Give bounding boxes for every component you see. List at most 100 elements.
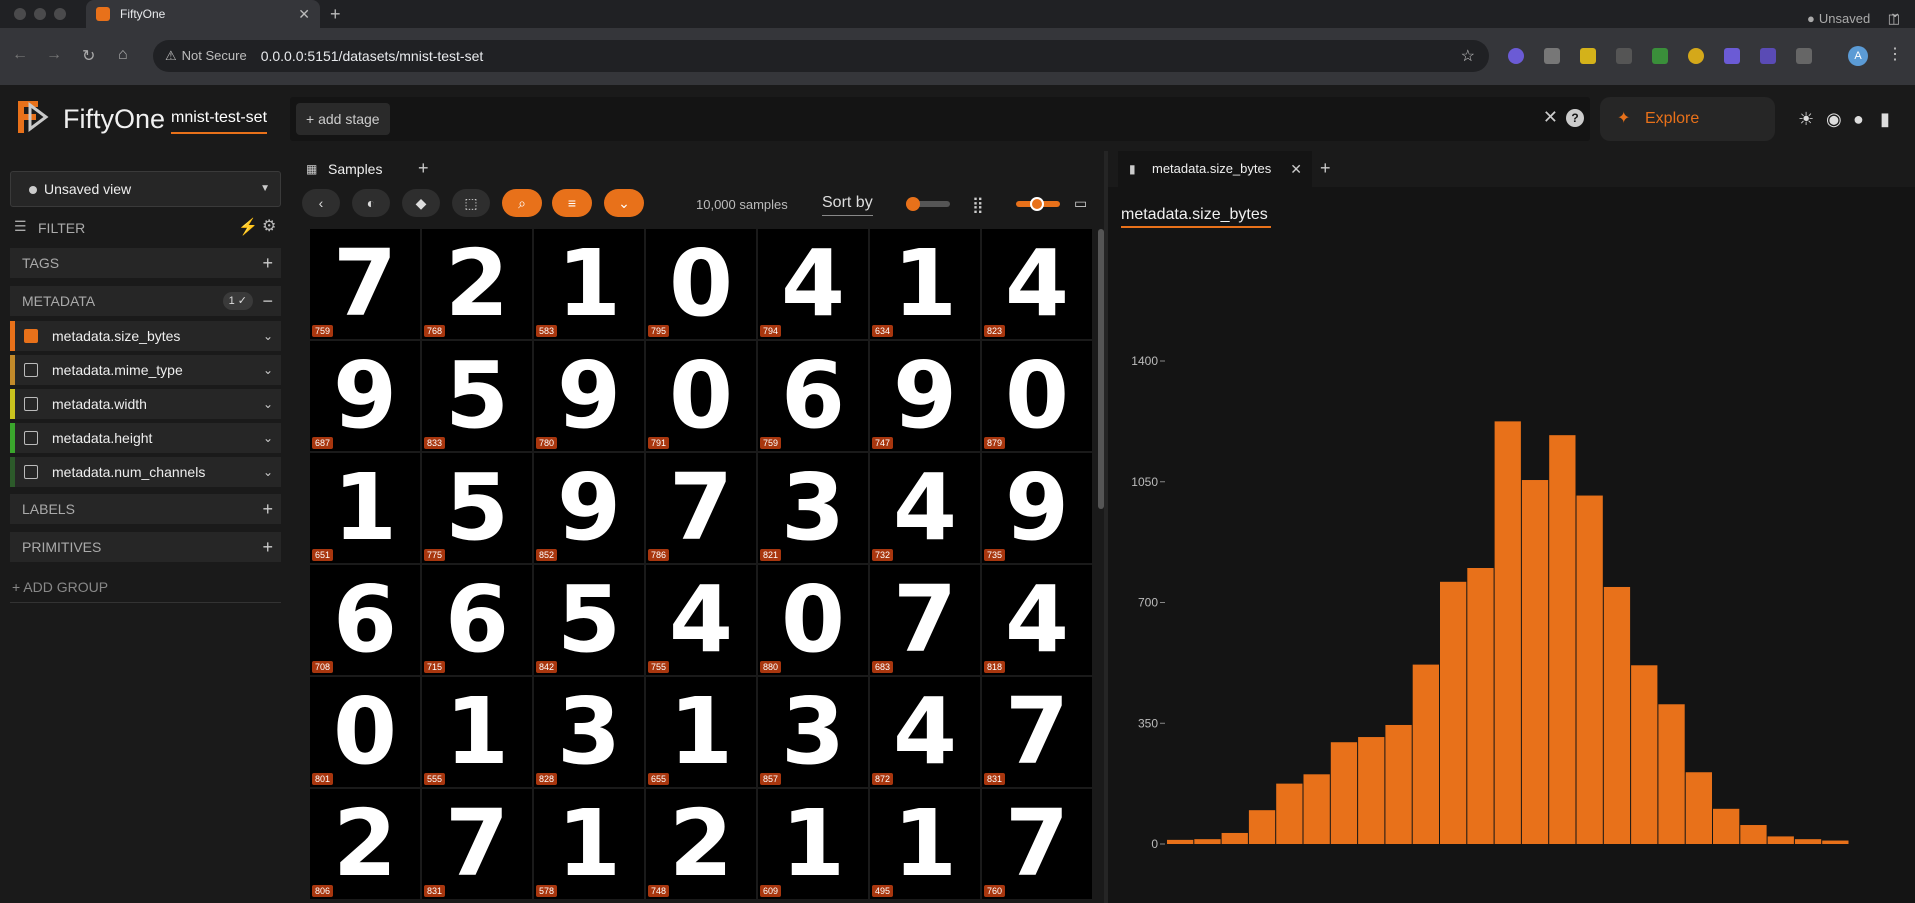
field-metadata-size-bytes[interactable]: metadata.size_bytes ⌄ [10,321,281,351]
add-panel-icon[interactable]: + [418,158,429,179]
maximize-window-icon[interactable] [54,8,66,20]
sample-thumbnail[interactable]: 6 759 [758,341,868,451]
minimize-window-icon[interactable] [34,8,46,20]
sample-thumbnail[interactable]: 4 794 [758,229,868,339]
search-icon[interactable]: ⌕ [502,189,542,217]
help-icon[interactable]: ? [1566,109,1584,127]
sample-thumbnail[interactable]: 2 768 [422,229,532,339]
url-text[interactable]: 0.0.0.0:5151/datasets/mnist-test-set [261,48,484,64]
primitives-section[interactable]: PRIMITIVES + [10,532,281,562]
sample-thumbnail[interactable]: 3 857 [758,677,868,787]
browser-tab[interactable]: FiftyOne ✕ [86,0,320,28]
sample-thumbnail[interactable]: 7 683 [870,565,980,675]
extension-icon[interactable] [1616,48,1632,64]
extension-icon[interactable] [1544,48,1560,64]
github-icon[interactable]: ● [1853,109,1864,130]
tag-icon[interactable]: ◆ [402,189,440,217]
sample-thumbnail[interactable]: 5 775 [422,453,532,563]
new-tab-icon[interactable]: + [330,4,341,25]
sample-thumbnail[interactable]: 7 786 [646,453,756,563]
toggle-switch[interactable] [906,197,950,211]
patches-icon[interactable]: ⬚ [452,189,490,217]
sample-thumbnail[interactable]: 7 759 [310,229,420,339]
expand-plus-icon[interactable]: + [262,494,273,524]
view-bar[interactable]: + add stage ✕ ? [290,97,1590,141]
clear-view-icon[interactable]: ✕ [1543,107,1558,128]
expand-plus-icon[interactable]: + [262,248,273,278]
field-metadata-num-channels[interactable]: metadata.num_channels ⌄ [10,457,281,487]
bookmark-star-icon[interactable]: ☆ [1461,46,1475,66]
discord-icon[interactable]: ◉ [1826,109,1842,130]
extension-icon[interactable] [1688,48,1704,64]
layout-icon[interactable]: ▭ [1074,195,1087,212]
sample-thumbnail[interactable]: 1 651 [310,453,420,563]
split-layout-icon[interactable]: ◫ [1888,11,1900,26]
sample-thumbnail[interactable]: 1 578 [534,789,644,899]
field-checkbox[interactable] [24,465,38,479]
sample-thumbnail[interactable]: 1 495 [870,789,980,899]
profile-avatar[interactable]: A [1848,46,1868,66]
tags-section[interactable]: TAGS + [10,248,281,278]
chevron-down-icon[interactable]: ⌄ [263,423,273,453]
grid-layout-icon[interactable]: ⣿ [972,195,984,215]
color-palette-icon[interactable]: ◐ [352,189,390,217]
sample-thumbnail[interactable]: 9 780 [534,341,644,451]
sample-thumbnail[interactable]: 4 872 [870,677,980,787]
lightning-icon[interactable]: ⚡ [238,217,258,237]
extensions-puzzle-icon[interactable] [1796,48,1812,64]
sample-thumbnail[interactable]: 1 634 [870,229,980,339]
add-panel-icon[interactable]: + [1320,158,1331,179]
sample-thumbnail[interactable]: 4 823 [982,229,1092,339]
sample-thumbnail[interactable]: 3 828 [534,677,644,787]
sample-thumbnail[interactable]: 1 555 [422,677,532,787]
field-metadata-mime-type[interactable]: metadata.mime_type ⌄ [10,355,281,385]
chevron-down-icon[interactable]: ⌄ [263,457,273,487]
sample-thumbnail[interactable]: 4 732 [870,453,980,563]
sample-thumbnail[interactable]: 7 831 [422,789,532,899]
forward-icon[interactable]: → [46,46,62,64]
explore-enterprise-button[interactable]: ✦ Explore Enterprise [1600,97,1775,171]
drive-extension-icon[interactable] [1652,48,1668,64]
sample-thumbnail[interactable]: 4 818 [982,565,1092,675]
sample-thumbnail[interactable]: 6 708 [310,565,420,675]
sample-thumbnail[interactable]: 1 655 [646,677,756,787]
chevron-down-icon[interactable]: ⌄ [263,321,273,351]
sample-thumbnail[interactable]: 6 715 [422,565,532,675]
grid-zoom-slider[interactable] [1016,197,1060,211]
sample-thumbnail[interactable]: 9 747 [870,341,980,451]
gear-icon[interactable]: ⚙ [262,216,276,236]
slider-knob[interactable] [1030,197,1044,211]
add-stage-button[interactable]: + add stage [296,103,390,135]
teams-extension-icon[interactable] [1760,48,1776,64]
metadata-section[interactable]: METADATA 1 ✓ − [10,286,281,316]
chevron-down-icon[interactable]: ⌄ [263,355,273,385]
expand-plus-icon[interactable]: + [262,532,273,562]
sample-thumbnail[interactable]: 0 880 [758,565,868,675]
sample-thumbnail[interactable]: 2 748 [646,789,756,899]
labels-section[interactable]: LABELS + [10,494,281,524]
field-checkbox[interactable] [24,329,38,343]
sample-thumbnail[interactable]: 0 879 [982,341,1092,451]
sort-by-button[interactable]: Sort by [822,194,873,216]
sample-thumbnail[interactable]: 0 801 [310,677,420,787]
sample-thumbnail[interactable]: 9 852 [534,453,644,563]
close-window-icon[interactable] [14,8,26,20]
field-checkbox[interactable] [24,363,38,377]
field-metadata-width[interactable]: metadata.width ⌄ [10,389,281,419]
browser-menu-icon[interactable]: ⋮ [1887,44,1903,64]
sample-thumbnail[interactable]: 7 760 [982,789,1092,899]
sample-thumbnail[interactable]: 2 806 [310,789,420,899]
fiftyone-logo-icon[interactable] [10,97,50,137]
not-secure-indicator[interactable]: Not Secure [165,48,247,64]
reload-icon[interactable]: ↻ [82,46,95,66]
chevron-down-icon[interactable]: ⌄ [604,189,644,217]
add-group-button[interactable]: + ADD GROUP [12,579,108,595]
field-checkbox[interactable] [24,397,38,411]
field-checkbox[interactable] [24,431,38,445]
sample-thumbnail[interactable]: 3 821 [758,453,868,563]
sample-thumbnail[interactable]: 9 735 [982,453,1092,563]
close-tab-icon[interactable]: ✕ [1290,151,1302,187]
sample-thumbnail[interactable]: 7 831 [982,677,1092,787]
brand-name[interactable]: FiftyOne [63,104,165,135]
tab-samples[interactable]: ▦ Samples [306,151,382,187]
